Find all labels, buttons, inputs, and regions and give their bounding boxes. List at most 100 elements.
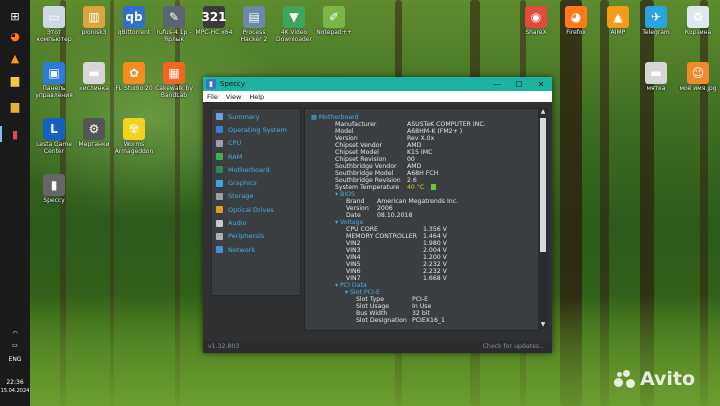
- desktop-icon[interactable]: ✿ FL Studio 20: [112, 62, 156, 92]
- nav-item-label: Graphics: [228, 179, 257, 188]
- pci-data-heading-text: PCI Data: [340, 282, 367, 289]
- clock-time[interactable]: 22:36: [0, 379, 30, 386]
- scrollbar-thumb[interactable]: [540, 118, 546, 252]
- bios-field-label: Date: [346, 212, 361, 219]
- window-titlebar[interactable]: ▮ Speccy — ☐ ✕: [203, 77, 552, 91]
- desktop-icon[interactable]: ▬ кислинка: [72, 62, 116, 92]
- maximize-button[interactable]: ☐: [508, 80, 530, 89]
- desktop-icon-label: моё имя.jpg: [679, 85, 717, 92]
- nav-item-motherboard[interactable]: Motherboard: [212, 163, 300, 176]
- nav-item-audio[interactable]: Audio: [212, 216, 300, 229]
- language-indicator[interactable]: ENG: [0, 356, 30, 363]
- firefox-icon[interactable]: ◕: [7, 28, 23, 44]
- desktop-icon[interactable]: ▥ plonisk3: [72, 6, 116, 36]
- windows-icon[interactable]: ⊞: [7, 8, 23, 24]
- desktop-icon[interactable]: ▬ мятка: [634, 62, 678, 92]
- notification-icon[interactable]: ▭: [0, 342, 30, 349]
- bios-heading[interactable]: ▾ BIOS: [335, 191, 355, 198]
- nav-item-ram[interactable]: RAM: [212, 150, 300, 163]
- aimp-icon[interactable]: ▲: [7, 50, 23, 66]
- desktop-icon[interactable]: ▤ Process Hacker 2: [232, 6, 276, 43]
- desktop-icon[interactable]: ▮ Speccy: [32, 174, 76, 204]
- details-pane[interactable]: ▦ Motherboard Manufacturer ASUSTeK COMPUTE…: [304, 108, 539, 331]
- desktop-icon-label: MPC-HC x64: [195, 29, 233, 36]
- desktop-icon-image: ▬: [645, 62, 667, 84]
- desktop-icon[interactable]: qb qBittorrent: [112, 6, 156, 36]
- check-updates-link[interactable]: Check for updates...: [483, 343, 545, 350]
- nav-item-label: Storage: [228, 192, 254, 201]
- mb-field-value: AMD: [407, 142, 422, 149]
- desktop-icon[interactable]: L Lesta Game Center: [32, 118, 76, 155]
- desktop-icon-image: ♻: [687, 6, 709, 28]
- scroll-up-icon[interactable]: ▲: [538, 108, 548, 116]
- nav-item-summary[interactable]: Summary: [212, 110, 300, 123]
- desktop-icon-label: Мерганки: [78, 141, 110, 148]
- clock-date[interactable]: 15.04.2024: [0, 388, 30, 394]
- desktop-icon-label: plonisk3: [81, 29, 107, 36]
- nav-item-graphics[interactable]: Graphics: [212, 176, 300, 189]
- desktop-icon[interactable]: ▦ Cakewalk by BandLab: [152, 62, 196, 99]
- desktop-icon[interactable]: ▭ Этот компьютер: [32, 6, 76, 43]
- mb-field-value: 40 °C: [407, 184, 425, 191]
- desktop-icon[interactable]: ✎ rufus-4.1p - Ярлык: [152, 6, 196, 43]
- pci-data-heading[interactable]: ▾ PCI Data: [335, 282, 367, 289]
- desktop-icon-image: ⚙: [83, 118, 105, 140]
- voltage-field-label: MEMORY CONTROLLER: [346, 233, 417, 240]
- nav-item-label: Motherboard: [228, 165, 270, 174]
- desktop-icon-label: qBittorrent: [117, 29, 151, 36]
- desktop-icon[interactable]: ◕ Firefox: [554, 6, 598, 36]
- network-icon[interactable]: ◠: [0, 330, 30, 337]
- voltage-heading-text: Voltage: [340, 219, 364, 226]
- nav-item-label: CPU: [228, 139, 242, 148]
- close-button[interactable]: ✕: [530, 80, 552, 89]
- voltage-field-value: 1.668 V: [423, 275, 447, 282]
- menu-help[interactable]: Help: [245, 93, 268, 101]
- mb-field-value: 00: [407, 156, 415, 163]
- nav-item-cpu[interactable]: CPU: [212, 137, 300, 150]
- desktop-icon[interactable]: ♻ Корзина: [676, 6, 720, 36]
- minimize-button[interactable]: —: [486, 80, 508, 89]
- motherboard-heading[interactable]: ▦ Motherboard: [311, 114, 359, 121]
- mb-field-value: A68H FCH: [407, 170, 439, 177]
- details-scrollbar[interactable]: ▲ ▼: [538, 108, 548, 329]
- desktop-icon-label: FL Studio 20: [115, 85, 153, 92]
- nav-item-icon: [216, 206, 223, 214]
- speccy-icon[interactable]: ▮: [7, 126, 23, 142]
- desktop-icon-image: ▲: [607, 6, 629, 28]
- nav-item-optical-drives[interactable]: Optical Drives: [212, 203, 300, 216]
- desktop-icon-label: Notepad++: [316, 29, 352, 36]
- scroll-down-icon[interactable]: ▼: [538, 321, 548, 329]
- desktop-icon[interactable]: ✈ Telegram: [634, 6, 678, 36]
- explorer-alt-icon[interactable]: ▆: [7, 98, 23, 114]
- nav-item-operating-system[interactable]: Operating System: [212, 123, 300, 136]
- desktop-icon-image: L: [43, 118, 65, 140]
- nav-item-peripherals[interactable]: Peripherals: [212, 230, 300, 243]
- slot-pcie-heading[interactable]: ▾ Slot PCI-E: [345, 289, 380, 296]
- taskbar: ⊞ ◕ ▲ ▆ ▆ ▮ ◠ ▭ ENG 22:36 15.04.2024: [0, 0, 30, 406]
- desktop-icon-label: Speccy: [43, 197, 65, 204]
- menu-view[interactable]: View: [222, 93, 245, 101]
- voltage-heading[interactable]: ▾ Voltage: [335, 219, 363, 226]
- desktop-icon[interactable]: ✐ Notepad++: [312, 6, 356, 36]
- desktop-icon[interactable]: ☺ моё имя.jpg: [676, 62, 720, 92]
- nav-item-label: Network: [228, 245, 256, 254]
- nav-item-storage[interactable]: Storage: [212, 190, 300, 203]
- desktop-icon-image: ▭: [43, 6, 65, 28]
- desktop-icon[interactable]: 321 MPC-HC x64: [192, 6, 236, 36]
- desktop-icon-image: qb: [123, 6, 145, 28]
- desktop-icon[interactable]: ▼ 4K Video Downloader: [272, 6, 316, 43]
- slot-field-value: PCI-E: [412, 296, 429, 303]
- nav-item-network[interactable]: Network: [212, 243, 300, 256]
- mb-field-label: Model: [335, 128, 354, 135]
- desktop-icon[interactable]: ▣ Панель управления: [32, 62, 76, 99]
- explorer-icon[interactable]: ▆: [7, 72, 23, 88]
- desktop-icon[interactable]: ☢ Worms Armageddon: [112, 118, 156, 155]
- voltage-field-value: 1.464 V: [423, 233, 447, 240]
- nav-item-label: Audio: [228, 219, 247, 228]
- desktop-icon[interactable]: ⚙ Мерганки: [72, 118, 116, 148]
- desktop-icon[interactable]: ◉ ShareX: [514, 6, 558, 36]
- nav-item-icon: [216, 153, 223, 161]
- mb-field-label: Southbridge Model: [335, 170, 394, 177]
- expand-icon[interactable]: ▦: [311, 114, 319, 121]
- menu-file[interactable]: File: [203, 93, 222, 101]
